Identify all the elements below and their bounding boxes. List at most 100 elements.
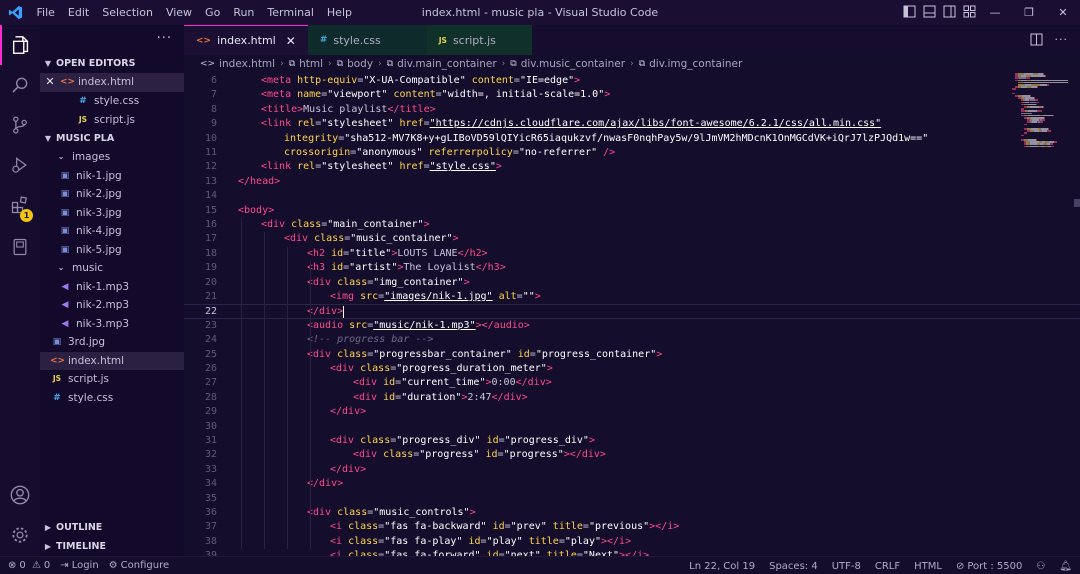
- code-line[interactable]: 17 <div class="music_container">: [184, 232, 1080, 246]
- accounts-icon[interactable]: [0, 475, 40, 515]
- file-nik-3-mp3[interactable]: ◀ nik-3.mp3: [40, 315, 184, 334]
- code-line[interactable]: 19 <h3 id="artist">The Loyalist</h3>: [184, 261, 1080, 275]
- problems-status[interactable]: ⊗ 0 ⚠ 0: [8, 560, 50, 571]
- close-editor-icon[interactable]: ✕: [40, 73, 60, 92]
- menu-run[interactable]: Run: [227, 0, 261, 25]
- code-line[interactable]: 32 <div class="progress" id="progress"></…: [184, 448, 1080, 462]
- menu-go[interactable]: Go: [199, 0, 227, 25]
- scrollbar-thumb[interactable]: [1074, 199, 1080, 207]
- code-line[interactable]: 14: [184, 189, 1080, 203]
- more-actions-button[interactable]: ···: [157, 31, 172, 46]
- breadcrumb-item[interactable]: div.main_container: [397, 58, 497, 70]
- language-mode[interactable]: HTML: [914, 561, 942, 572]
- source-control-icon[interactable]: [0, 105, 40, 145]
- close-window-button[interactable]: ✕: [1046, 0, 1080, 25]
- menu-view[interactable]: View: [159, 0, 198, 25]
- manage-gear-icon[interactable]: [0, 515, 40, 555]
- run-debug-icon[interactable]: [0, 145, 40, 185]
- end-of-line[interactable]: CRLF: [875, 561, 900, 572]
- split-editor-icon[interactable]: [1030, 33, 1043, 49]
- code-line[interactable]: 21 <img src="images/nik-1.jpg" alt="">: [184, 290, 1080, 304]
- open-editor-style-css[interactable]: # style.css: [40, 92, 184, 111]
- menu-selection[interactable]: Selection: [96, 0, 160, 25]
- code-line[interactable]: 24 <!-- progress bar -->: [184, 333, 1080, 347]
- file-nik-2-mp3[interactable]: ◀ nik-2.mp3: [40, 296, 184, 315]
- code-line[interactable]: 27 <div id="current_time">0:00</div>: [184, 376, 1080, 390]
- code-line[interactable]: 33 </div>: [184, 463, 1080, 477]
- code-line[interactable]: 16 <div class="main_container">: [184, 218, 1080, 232]
- vscode-logo-icon[interactable]: [0, 0, 30, 25]
- minimap[interactable]: [1012, 73, 1068, 163]
- breadcrumb-item[interactable]: body: [347, 58, 373, 70]
- code-line[interactable]: 31 <div class="progress_div" id="progress…: [184, 434, 1080, 448]
- notifications-bell-icon[interactable]: 🔔︎: [1059, 561, 1072, 572]
- restore-button[interactable]: ❐: [1012, 0, 1046, 25]
- code-line[interactable]: 13 </head>: [184, 175, 1080, 189]
- code-line[interactable]: 34 </div>: [184, 477, 1080, 491]
- file-style-css[interactable]: # style.css: [40, 389, 184, 408]
- code-line[interactable]: 11 crossorigin="anonymous" referrerpolicy…: [184, 146, 1080, 160]
- explorer-icon[interactable]: [0, 25, 40, 65]
- file-index-html[interactable]: <> index.html: [40, 351, 184, 370]
- remote-explorer-icon[interactable]: [0, 227, 40, 267]
- file-nik-2-jpg[interactable]: ▣ nik-2.jpg: [40, 185, 184, 204]
- code-line[interactable]: 37 <i class="fas fa-backward" id="prev" t…: [184, 520, 1080, 534]
- login-status[interactable]: ⇥ Login: [60, 560, 98, 571]
- indentation[interactable]: Spaces: 4: [769, 561, 818, 572]
- open-editor-script-js[interactable]: JS script.js: [40, 111, 184, 130]
- tab-script-js[interactable]: JS script.js: [426, 25, 532, 55]
- code-line[interactable]: 26 <div class="progress_duration_meter">: [184, 362, 1080, 376]
- code-line[interactable]: 25 <div class="progressbar_container" id=…: [184, 348, 1080, 362]
- close-tab-icon[interactable]: ✕: [286, 34, 296, 48]
- code-line[interactable]: 7 <meta name="viewport" content="width=, …: [184, 88, 1080, 102]
- accounts-status-icon[interactable]: ⚇: [1036, 561, 1045, 572]
- code-line[interactable]: 15 <body>: [184, 204, 1080, 218]
- cursor-position[interactable]: Ln 22, Col 19: [689, 561, 755, 572]
- tab-style-css[interactable]: # style.css: [307, 25, 427, 55]
- project-folder-header[interactable]: ▼ MUSIC PLA: [40, 129, 184, 148]
- code-line[interactable]: 39 <i class="fas fa-forward" id="next" ti…: [184, 549, 1080, 556]
- file-nik-3-jpg[interactable]: ▣ nik-3.jpg: [40, 204, 184, 223]
- breadcrumb-item[interactable]: div.img_container: [649, 58, 742, 70]
- open-editor-index-html[interactable]: ✕ <> index.html: [40, 73, 184, 92]
- editor-scrollbar[interactable]: [1068, 73, 1080, 556]
- code-line[interactable]: 38 <i class="fas fa-play" id="play" title…: [184, 535, 1080, 549]
- customize-layout-icon[interactable]: [963, 5, 976, 18]
- menu-terminal[interactable]: Terminal: [261, 0, 321, 25]
- menu-help[interactable]: Help: [320, 0, 358, 25]
- encoding[interactable]: UTF-8: [832, 561, 861, 572]
- more-actions-icon[interactable]: ···: [1055, 33, 1069, 49]
- code-line[interactable]: 35: [184, 492, 1080, 506]
- code-line[interactable]: 8 <title>Music playlist</title>: [184, 103, 1080, 117]
- minimize-button[interactable]: —: [978, 0, 1012, 25]
- live-server-port[interactable]: ⊘ Port : 5500: [956, 561, 1022, 572]
- toggle-primary-sidebar-icon[interactable]: [903, 5, 916, 18]
- file-nik-1-jpg[interactable]: ▣ nik-1.jpg: [40, 167, 184, 186]
- file-script-js[interactable]: JS script.js: [40, 370, 184, 389]
- file-nik-1-mp3[interactable]: ◀ nik-1.mp3: [40, 278, 184, 297]
- breadcrumb-item[interactable]: index.html: [219, 58, 275, 70]
- toggle-panel-icon[interactable]: [923, 5, 936, 18]
- code-line[interactable]: 28 <div id="duration">2:47</div>: [184, 391, 1080, 405]
- configure-status[interactable]: ⚙ Configure: [109, 560, 169, 571]
- extensions-icon[interactable]: 1: [0, 185, 40, 225]
- tab-index-html[interactable]: <> index.html ✕: [184, 25, 308, 55]
- code-line[interactable]: 29 </div>: [184, 405, 1080, 419]
- file-nik-4-jpg[interactable]: ▣ nik-4.jpg: [40, 222, 184, 241]
- file-3rd-jpg[interactable]: ▣ 3rd.jpg: [40, 333, 184, 352]
- code-line[interactable]: 20 <div class="img_container">: [184, 276, 1080, 290]
- breadcrumb-item[interactable]: html: [299, 58, 323, 70]
- code-line[interactable]: 36 <div class="music_controls">: [184, 506, 1080, 520]
- breadcrumb-item[interactable]: div.music_container: [521, 58, 625, 70]
- search-icon[interactable]: [0, 65, 40, 105]
- code-line[interactable]: 22 </div>: [184, 304, 1080, 319]
- code-editor[interactable]: 6 <meta http-equiv="X-UA-Compatible" cont…: [184, 73, 1080, 556]
- file-nik-5-jpg[interactable]: ▣ nik-5.jpg: [40, 241, 184, 260]
- folder-images[interactable]: ⌄ images: [40, 148, 184, 167]
- code-line[interactable]: 6 <meta http-equiv="X-UA-Compatible" cont…: [184, 74, 1080, 88]
- code-line[interactable]: 10 integrity="sha512-MV7K8+y+gLIBoVD59lQI…: [184, 132, 1080, 146]
- menu-edit[interactable]: Edit: [61, 0, 95, 25]
- code-line[interactable]: 23 <audio src="music/nik-1.mp3"></audio>: [184, 319, 1080, 333]
- menu-file[interactable]: File: [30, 0, 61, 25]
- code-line[interactable]: 12 <link rel="stylesheet" href="style.css…: [184, 160, 1080, 174]
